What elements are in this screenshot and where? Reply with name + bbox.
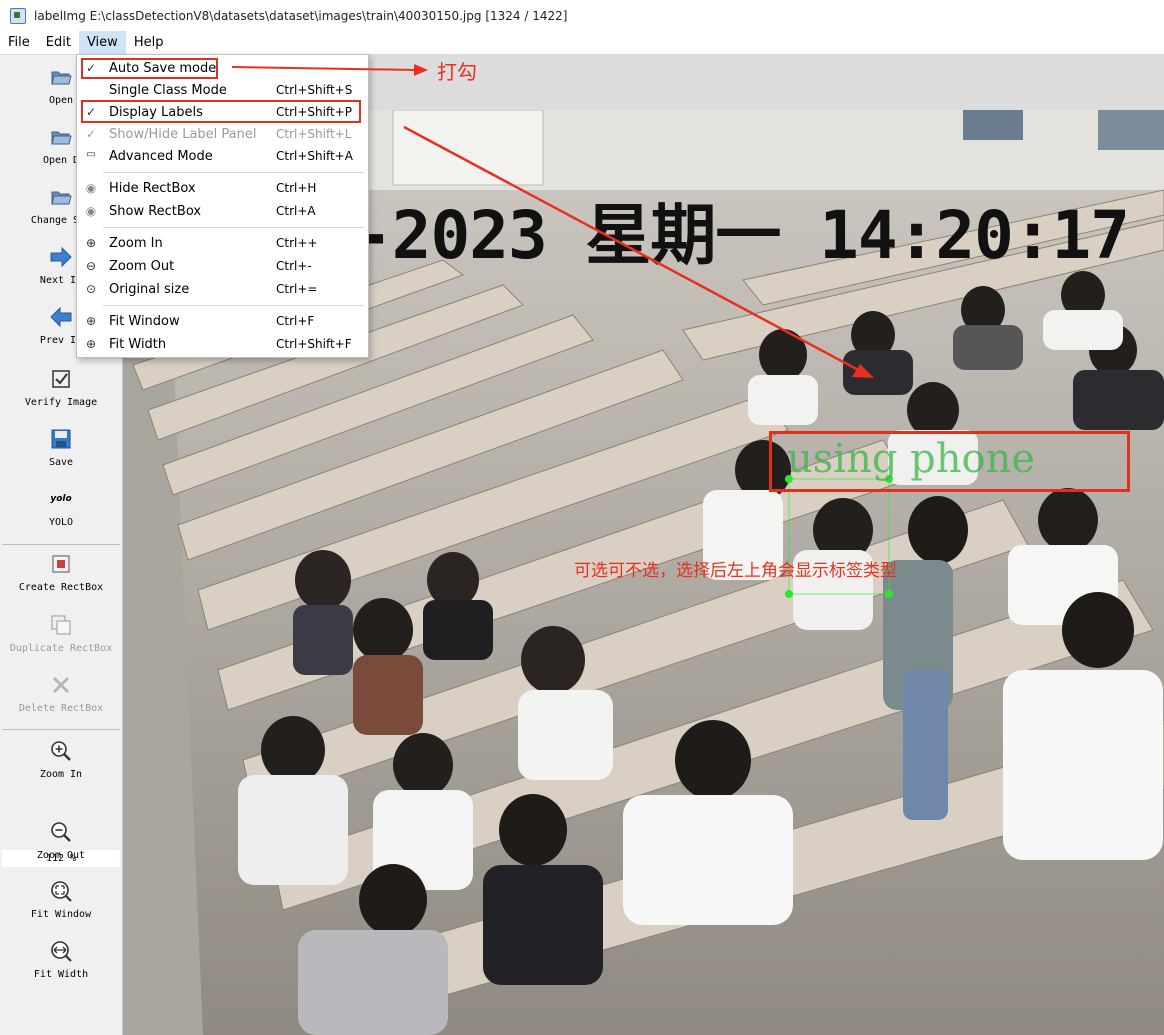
- tick-note-annotation: 打勾: [437, 60, 477, 84]
- duplicate-rectbox-label: Duplicate RectBox: [9, 643, 113, 654]
- menu-item-single-class-mode[interactable]: Single Class Mode Ctrl+Shift+S: [77, 80, 368, 102]
- toolbar-divider: [2, 544, 120, 545]
- delete-rectbox-label: Delete RectBox: [18, 703, 104, 714]
- menu-item-shortcut: Ctrl+Shift+L: [276, 127, 352, 141]
- menu-item-shortcut: Ctrl+F: [276, 314, 315, 328]
- zoom-in-label: Zoom In: [39, 769, 83, 780]
- fit-width-button[interactable]: Fit Width: [0, 939, 122, 980]
- menu-bar: File Edit View Help: [0, 31, 1164, 55]
- menu-item-shortcut: Ctrl+Shift+S: [276, 83, 353, 97]
- labelimg-app-icon: [10, 7, 26, 24]
- menu-item-zoom-out[interactable]: ⊖ Zoom Out Ctrl+-: [77, 256, 368, 278]
- display-labels-highlight: [81, 100, 361, 123]
- zoom-out-icon: ⊖: [85, 259, 97, 273]
- save-button[interactable]: Save: [0, 427, 122, 468]
- arrow-right-icon: [50, 246, 72, 268]
- menu-item-label: Zoom In: [109, 236, 163, 251]
- menu-file[interactable]: File: [0, 31, 38, 54]
- advanced-mode-icon: ▭: [86, 149, 96, 160]
- bbox-label-text: using phone: [787, 436, 1036, 482]
- menu-item-label: Fit Window: [109, 314, 180, 329]
- fit-window-label: Fit Window: [30, 909, 92, 920]
- zoom-in-button[interactable]: Zoom In: [0, 739, 122, 780]
- menu-view[interactable]: View: [78, 31, 126, 54]
- delete-x-icon: [53, 677, 69, 693]
- zoom-out-button[interactable]: Zoom Out: [0, 820, 122, 861]
- menu-item-shortcut: Ctrl+A: [276, 204, 316, 218]
- menu-item-fit-window[interactable]: ⊕ Fit Window Ctrl+F: [77, 311, 368, 333]
- menu-help[interactable]: Help: [126, 31, 172, 54]
- menu-item-hide-rectbox[interactable]: ◉ Hide RectBox Ctrl+H: [77, 178, 368, 200]
- create-rectbox-button[interactable]: Create RectBox: [0, 552, 122, 593]
- verify-image-button[interactable]: Verify Image: [0, 367, 122, 408]
- menu-item-shortcut: Ctrl+Shift+F: [276, 337, 352, 351]
- eye-icon: ◉: [85, 204, 97, 218]
- menu-item-label: Hide RectBox: [109, 181, 196, 196]
- zoom-out-label: Zoom Out: [36, 850, 86, 861]
- folder-open-icon: [51, 131, 72, 145]
- folder-open-icon: [51, 191, 72, 205]
- menu-item-shortcut: Ctrl+-: [276, 259, 312, 273]
- optional-note-annotation: 可选可不选，选择后左上角会显示标签类型: [574, 561, 897, 581]
- verify-image-label: Verify Image: [24, 397, 98, 408]
- menu-item-shortcut: Ctrl++: [276, 236, 318, 250]
- yolo-label: YOLO: [48, 517, 74, 528]
- menu-item-label: Advanced Mode: [109, 149, 213, 164]
- fit-width-icon: ⊕: [85, 337, 97, 351]
- menu-separator: [103, 227, 365, 228]
- zoom-in-icon: ⊕: [85, 236, 97, 250]
- save-label: Save: [48, 457, 74, 468]
- menu-item-show-hide-label-panel[interactable]: ✓ Show/Hide Label Panel Ctrl+Shift+L: [77, 124, 368, 146]
- fit-window-icon: [51, 881, 72, 902]
- menu-item-shortcut: Ctrl+Shift+A: [276, 149, 353, 163]
- menu-item-fit-width[interactable]: ⊕ Fit Width Ctrl+Shift+F: [77, 334, 368, 356]
- checkbox-check-icon: [52, 370, 70, 388]
- auto-save-highlight: [81, 58, 218, 79]
- menu-item-shortcut: Ctrl+=: [276, 282, 318, 296]
- folder-open-icon: [51, 71, 72, 85]
- duplicate-icon: [51, 615, 71, 635]
- yolo-format-button[interactable]: yolo YOLO: [0, 487, 122, 528]
- fit-window-icon: ⊕: [85, 314, 97, 328]
- menu-separator: [103, 305, 365, 306]
- arrow-left-icon: [50, 306, 72, 328]
- menu-item-label: Show RectBox: [109, 204, 202, 219]
- floppy-disk-icon: [51, 429, 71, 449]
- menu-item-label: Original size: [109, 282, 190, 297]
- fit-width-icon: [51, 941, 72, 962]
- menu-item-show-rectbox[interactable]: ◉ Show RectBox Ctrl+A: [77, 201, 368, 223]
- menu-item-advanced-mode[interactable]: ▭ Advanced Mode Ctrl+Shift+A: [77, 146, 368, 168]
- video-timestamp: -2023 星期一 14:20:17: [353, 197, 1130, 274]
- window-title: labelImg E:\classDetectionV8\datasets\da…: [34, 8, 568, 23]
- duplicate-rectbox-button[interactable]: Duplicate RectBox: [0, 613, 122, 654]
- menu-edit[interactable]: Edit: [38, 31, 79, 54]
- menu-item-label: Fit Width: [109, 337, 167, 352]
- menu-item-label: Single Class Mode: [109, 83, 227, 98]
- yolo-icon: yolo: [50, 494, 72, 504]
- title-bar: labelImg E:\classDetectionV8\datasets\da…: [0, 0, 1164, 31]
- create-rectbox-label: Create RectBox: [18, 582, 104, 593]
- toolbar-divider: [2, 729, 120, 730]
- zoom-out-icon: [51, 822, 71, 842]
- original-size-icon: ⊙: [85, 282, 97, 296]
- zoom-in-icon: [51, 741, 71, 761]
- menu-item-label: Zoom Out: [109, 259, 175, 274]
- eye-icon: ◉: [85, 181, 97, 195]
- menu-separator: [103, 172, 365, 173]
- fit-width-label: Fit Width: [33, 969, 89, 980]
- fit-window-button[interactable]: Fit Window: [0, 879, 122, 920]
- delete-rectbox-button[interactable]: Delete RectBox: [0, 673, 122, 714]
- checkmark-icon: ✓: [85, 127, 97, 141]
- menu-item-original-size[interactable]: ⊙ Original size Ctrl+=: [77, 279, 368, 301]
- menu-item-shortcut: Ctrl+H: [276, 181, 317, 195]
- menu-item-zoom-in[interactable]: ⊕ Zoom In Ctrl++: [77, 233, 368, 255]
- menu-item-label: Show/Hide Label Panel: [109, 127, 257, 142]
- create-rect-icon: [52, 555, 70, 573]
